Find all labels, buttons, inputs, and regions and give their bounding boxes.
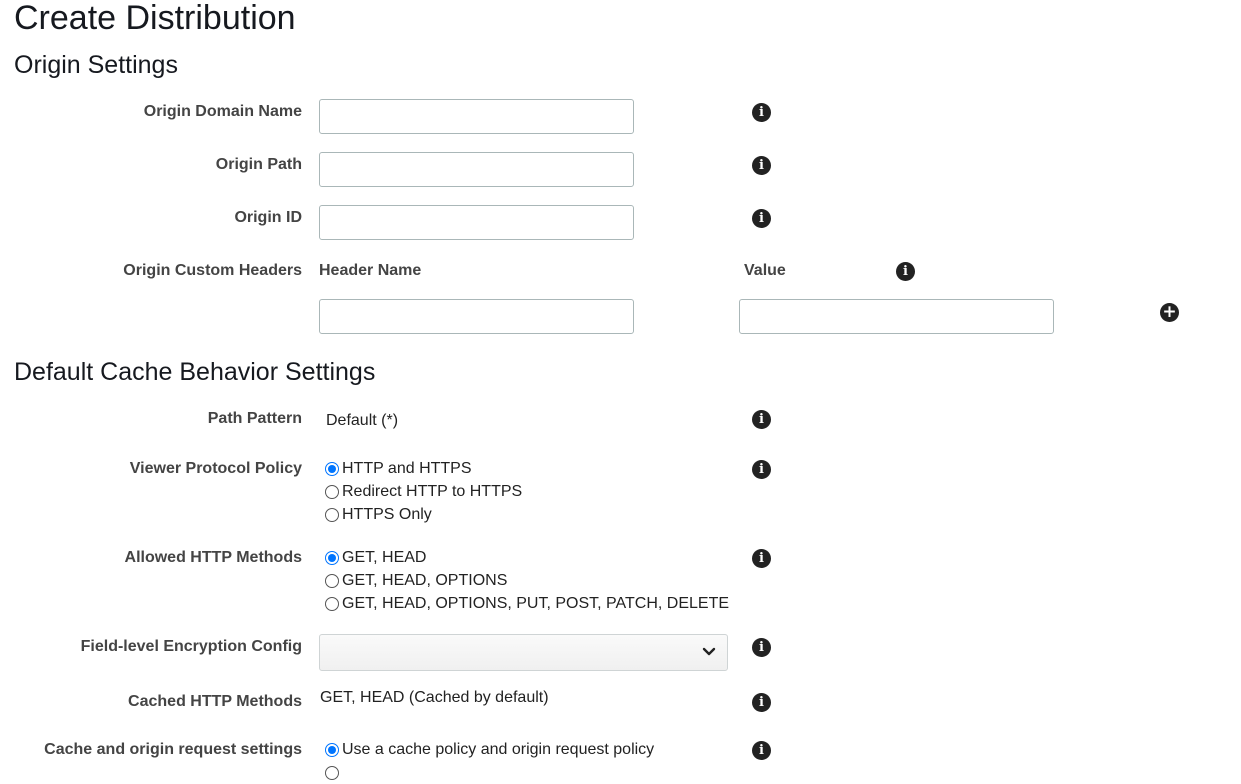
info-icon[interactable]: i xyxy=(896,262,915,281)
cache-origin-request-label: Cache and origin request settings xyxy=(44,741,302,758)
field-level-encryption-select[interactable] xyxy=(319,634,728,671)
cache-origin-request-group: Use a cache policy and origin request po… xyxy=(325,738,654,784)
origin-domain-name-input[interactable] xyxy=(319,99,634,134)
header-value-input[interactable] xyxy=(739,299,1054,334)
info-icon[interactable]: i xyxy=(752,156,771,175)
info-icon[interactable]: i xyxy=(752,460,771,479)
header-name-input[interactable] xyxy=(319,299,634,334)
radio-option[interactable]: HTTPS Only xyxy=(325,503,522,526)
allowed-http-methods-label: Allowed HTTP Methods xyxy=(124,549,302,566)
radio-label[interactable]: Redirect HTTP to HTTPS xyxy=(342,483,522,501)
origin-id-label: Origin ID xyxy=(234,209,302,226)
origin-custom-headers-label: Origin Custom Headers xyxy=(123,262,302,279)
header-name-column-label: Header Name xyxy=(319,262,422,279)
info-icon[interactable]: i xyxy=(752,410,771,429)
info-icon[interactable]: i xyxy=(752,693,771,712)
radio-button-selected[interactable] xyxy=(325,550,339,565)
plus-circle-icon[interactable]: + xyxy=(1160,303,1179,322)
allowed-http-methods-group: GET, HEAD GET, HEAD, OPTIONS GET, HEAD, … xyxy=(325,546,729,615)
radio-button[interactable] xyxy=(325,507,339,522)
radio-button-selected[interactable] xyxy=(325,461,339,476)
radio-button[interactable] xyxy=(325,596,339,611)
origin-path-label: Origin Path xyxy=(215,156,302,173)
info-icon[interactable]: i xyxy=(752,741,771,760)
radio-label[interactable]: GET, HEAD, OPTIONS, PUT, POST, PATCH, DE… xyxy=(342,595,729,613)
cached-http-methods-value: GET, HEAD (Cached by default) xyxy=(320,689,549,706)
radio-label[interactable]: GET, HEAD, OPTIONS xyxy=(342,572,507,590)
page-title: Create Distribution xyxy=(14,0,296,37)
radio-button[interactable] xyxy=(325,573,339,588)
viewer-protocol-policy-label: Viewer Protocol Policy xyxy=(129,460,302,477)
info-icon[interactable]: i xyxy=(752,638,771,657)
cached-http-methods-label: Cached HTTP Methods xyxy=(128,693,302,710)
radio-option[interactable]: GET, HEAD, OPTIONS, PUT, POST, PATCH, DE… xyxy=(325,592,729,615)
cache-behavior-heading: Default Cache Behavior Settings xyxy=(14,358,376,386)
radio-label[interactable]: Use a cache policy and origin request po… xyxy=(342,741,654,759)
radio-option[interactable] xyxy=(325,761,654,784)
field-level-encryption-label: Field-level Encryption Config xyxy=(80,638,302,655)
radio-option[interactable]: Use a cache policy and origin request po… xyxy=(325,738,654,761)
radio-option[interactable]: GET, HEAD xyxy=(325,546,729,569)
chevron-down-icon xyxy=(702,647,716,656)
radio-label[interactable]: GET, HEAD xyxy=(342,549,426,567)
origin-domain-name-label: Origin Domain Name xyxy=(143,103,302,120)
info-icon[interactable]: i xyxy=(752,549,771,568)
viewer-protocol-policy-group: HTTP and HTTPS Redirect HTTP to HTTPS HT… xyxy=(325,457,522,526)
path-pattern-label: Path Pattern xyxy=(207,410,302,427)
radio-option[interactable]: HTTP and HTTPS xyxy=(325,457,522,480)
radio-button-selected[interactable] xyxy=(325,742,339,757)
origin-path-input[interactable] xyxy=(319,152,634,187)
radio-button[interactable] xyxy=(325,484,339,499)
radio-label[interactable]: HTTPS Only xyxy=(342,506,432,524)
value-column-label: Value xyxy=(744,262,786,279)
origin-settings-heading: Origin Settings xyxy=(14,51,178,79)
radio-option[interactable]: Redirect HTTP to HTTPS xyxy=(325,480,522,503)
info-icon[interactable]: i xyxy=(752,103,771,122)
info-icon[interactable]: i xyxy=(752,209,771,228)
radio-label[interactable]: HTTP and HTTPS xyxy=(342,460,472,478)
path-pattern-value: Default (*) xyxy=(326,412,399,429)
radio-option[interactable]: GET, HEAD, OPTIONS xyxy=(325,569,729,592)
origin-id-input[interactable] xyxy=(319,205,634,240)
